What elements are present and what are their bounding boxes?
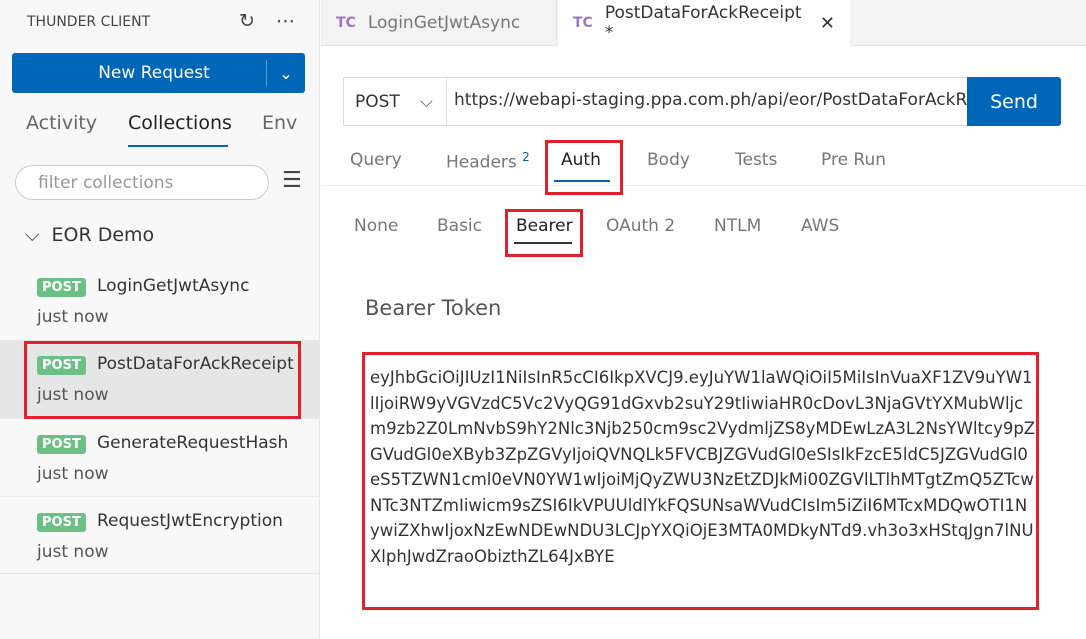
- tab-label: PostDataForAckReceipt *: [604, 3, 802, 43]
- tab-pre-run[interactable]: Pre Run: [821, 150, 886, 170]
- bearer-token-label: Bearer Token: [365, 296, 502, 320]
- method-badge: POST: [37, 513, 86, 532]
- auth-aws[interactable]: AWS: [801, 216, 839, 236]
- highlight-box: [362, 352, 1039, 610]
- tab-tests[interactable]: Tests: [735, 150, 777, 170]
- active-tab-indicator: [128, 145, 228, 147]
- url-input[interactable]: https://webapi-staging.ppa.com.ph/api/eo…: [446, 77, 968, 126]
- menu-icon[interactable]: ☰: [282, 168, 302, 193]
- method-select[interactable]: POST ⌵: [343, 77, 447, 126]
- collection-name: EOR Demo: [51, 224, 155, 246]
- auth-oauth2[interactable]: OAuth 2: [606, 216, 675, 236]
- sidebar: THUNDER CLIENT ↻ ⋯ New Request ⌄ Activit…: [0, 0, 320, 639]
- tc-icon: TC: [573, 15, 593, 31]
- sidebar-title: THUNDER CLIENT: [27, 14, 151, 30]
- refresh-icon[interactable]: ↻: [239, 10, 255, 32]
- list-item[interactable]: POST GenerateRequestHash just now: [0, 418, 320, 496]
- request-name: RequestJwtEncryption: [97, 511, 283, 531]
- list-item[interactable]: POST LoginGetJwtAsync just now: [0, 262, 320, 340]
- request-name: GenerateRequestHash: [97, 433, 289, 453]
- tab-query[interactable]: Query: [350, 150, 402, 170]
- auth-ntlm[interactable]: NTLM: [714, 216, 761, 236]
- request-editor: TC LoginGetJwtAsync TC PostDataForAckRecei…: [321, 0, 1086, 639]
- highlight-box: [505, 209, 583, 257]
- headers-count: 2: [522, 150, 530, 164]
- method-badge: POST: [37, 435, 86, 454]
- new-request-label: New Request: [98, 63, 210, 83]
- request-time: just now: [37, 307, 109, 327]
- collection-folder[interactable]: ⌵ EOR Demo: [25, 224, 154, 246]
- method-badge: POST: [37, 278, 86, 297]
- request-time: just now: [37, 542, 109, 562]
- tab-body[interactable]: Body: [647, 150, 690, 170]
- editor-tab-postdata[interactable]: TC PostDataForAckReceipt * ✕: [558, 0, 850, 46]
- new-request-button[interactable]: New Request ⌄: [12, 53, 305, 93]
- tab-label: Headers: [446, 152, 517, 173]
- list-item[interactable]: POST RequestJwtEncryption just now: [0, 496, 320, 574]
- request-name: LoginGetJwtAsync: [97, 276, 250, 296]
- tab-collections[interactable]: Collections: [128, 112, 232, 134]
- more-icon[interactable]: ⋯: [276, 10, 295, 32]
- highlight-box: [545, 140, 623, 195]
- tab-env[interactable]: Env: [262, 112, 297, 134]
- tab-label: LoginGetJwtAsync: [367, 13, 521, 33]
- editor-tab-bar: TC LoginGetJwtAsync TC PostDataForAckRecei…: [321, 0, 1086, 46]
- divider: [321, 185, 1086, 186]
- close-icon[interactable]: ✕: [820, 13, 835, 34]
- tab-activity[interactable]: Activity: [26, 112, 97, 134]
- auth-none[interactable]: None: [354, 216, 398, 236]
- send-button[interactable]: Send: [967, 77, 1061, 126]
- chevron-down-icon: ⌵: [25, 224, 40, 246]
- filter-collections-input[interactable]: filter collections: [15, 165, 269, 200]
- request-time: just now: [37, 464, 109, 484]
- chevron-down-icon: ⌵: [419, 91, 433, 112]
- auth-basic[interactable]: Basic: [437, 216, 482, 236]
- method-value: POST: [355, 91, 400, 112]
- chevron-down-icon[interactable]: ⌄: [267, 64, 305, 83]
- tc-icon: TC: [336, 15, 356, 31]
- highlight-box: [24, 341, 301, 419]
- editor-tab-login[interactable]: TC LoginGetJwtAsync: [321, 0, 557, 46]
- tab-headers[interactable]: Headers 2: [446, 150, 530, 173]
